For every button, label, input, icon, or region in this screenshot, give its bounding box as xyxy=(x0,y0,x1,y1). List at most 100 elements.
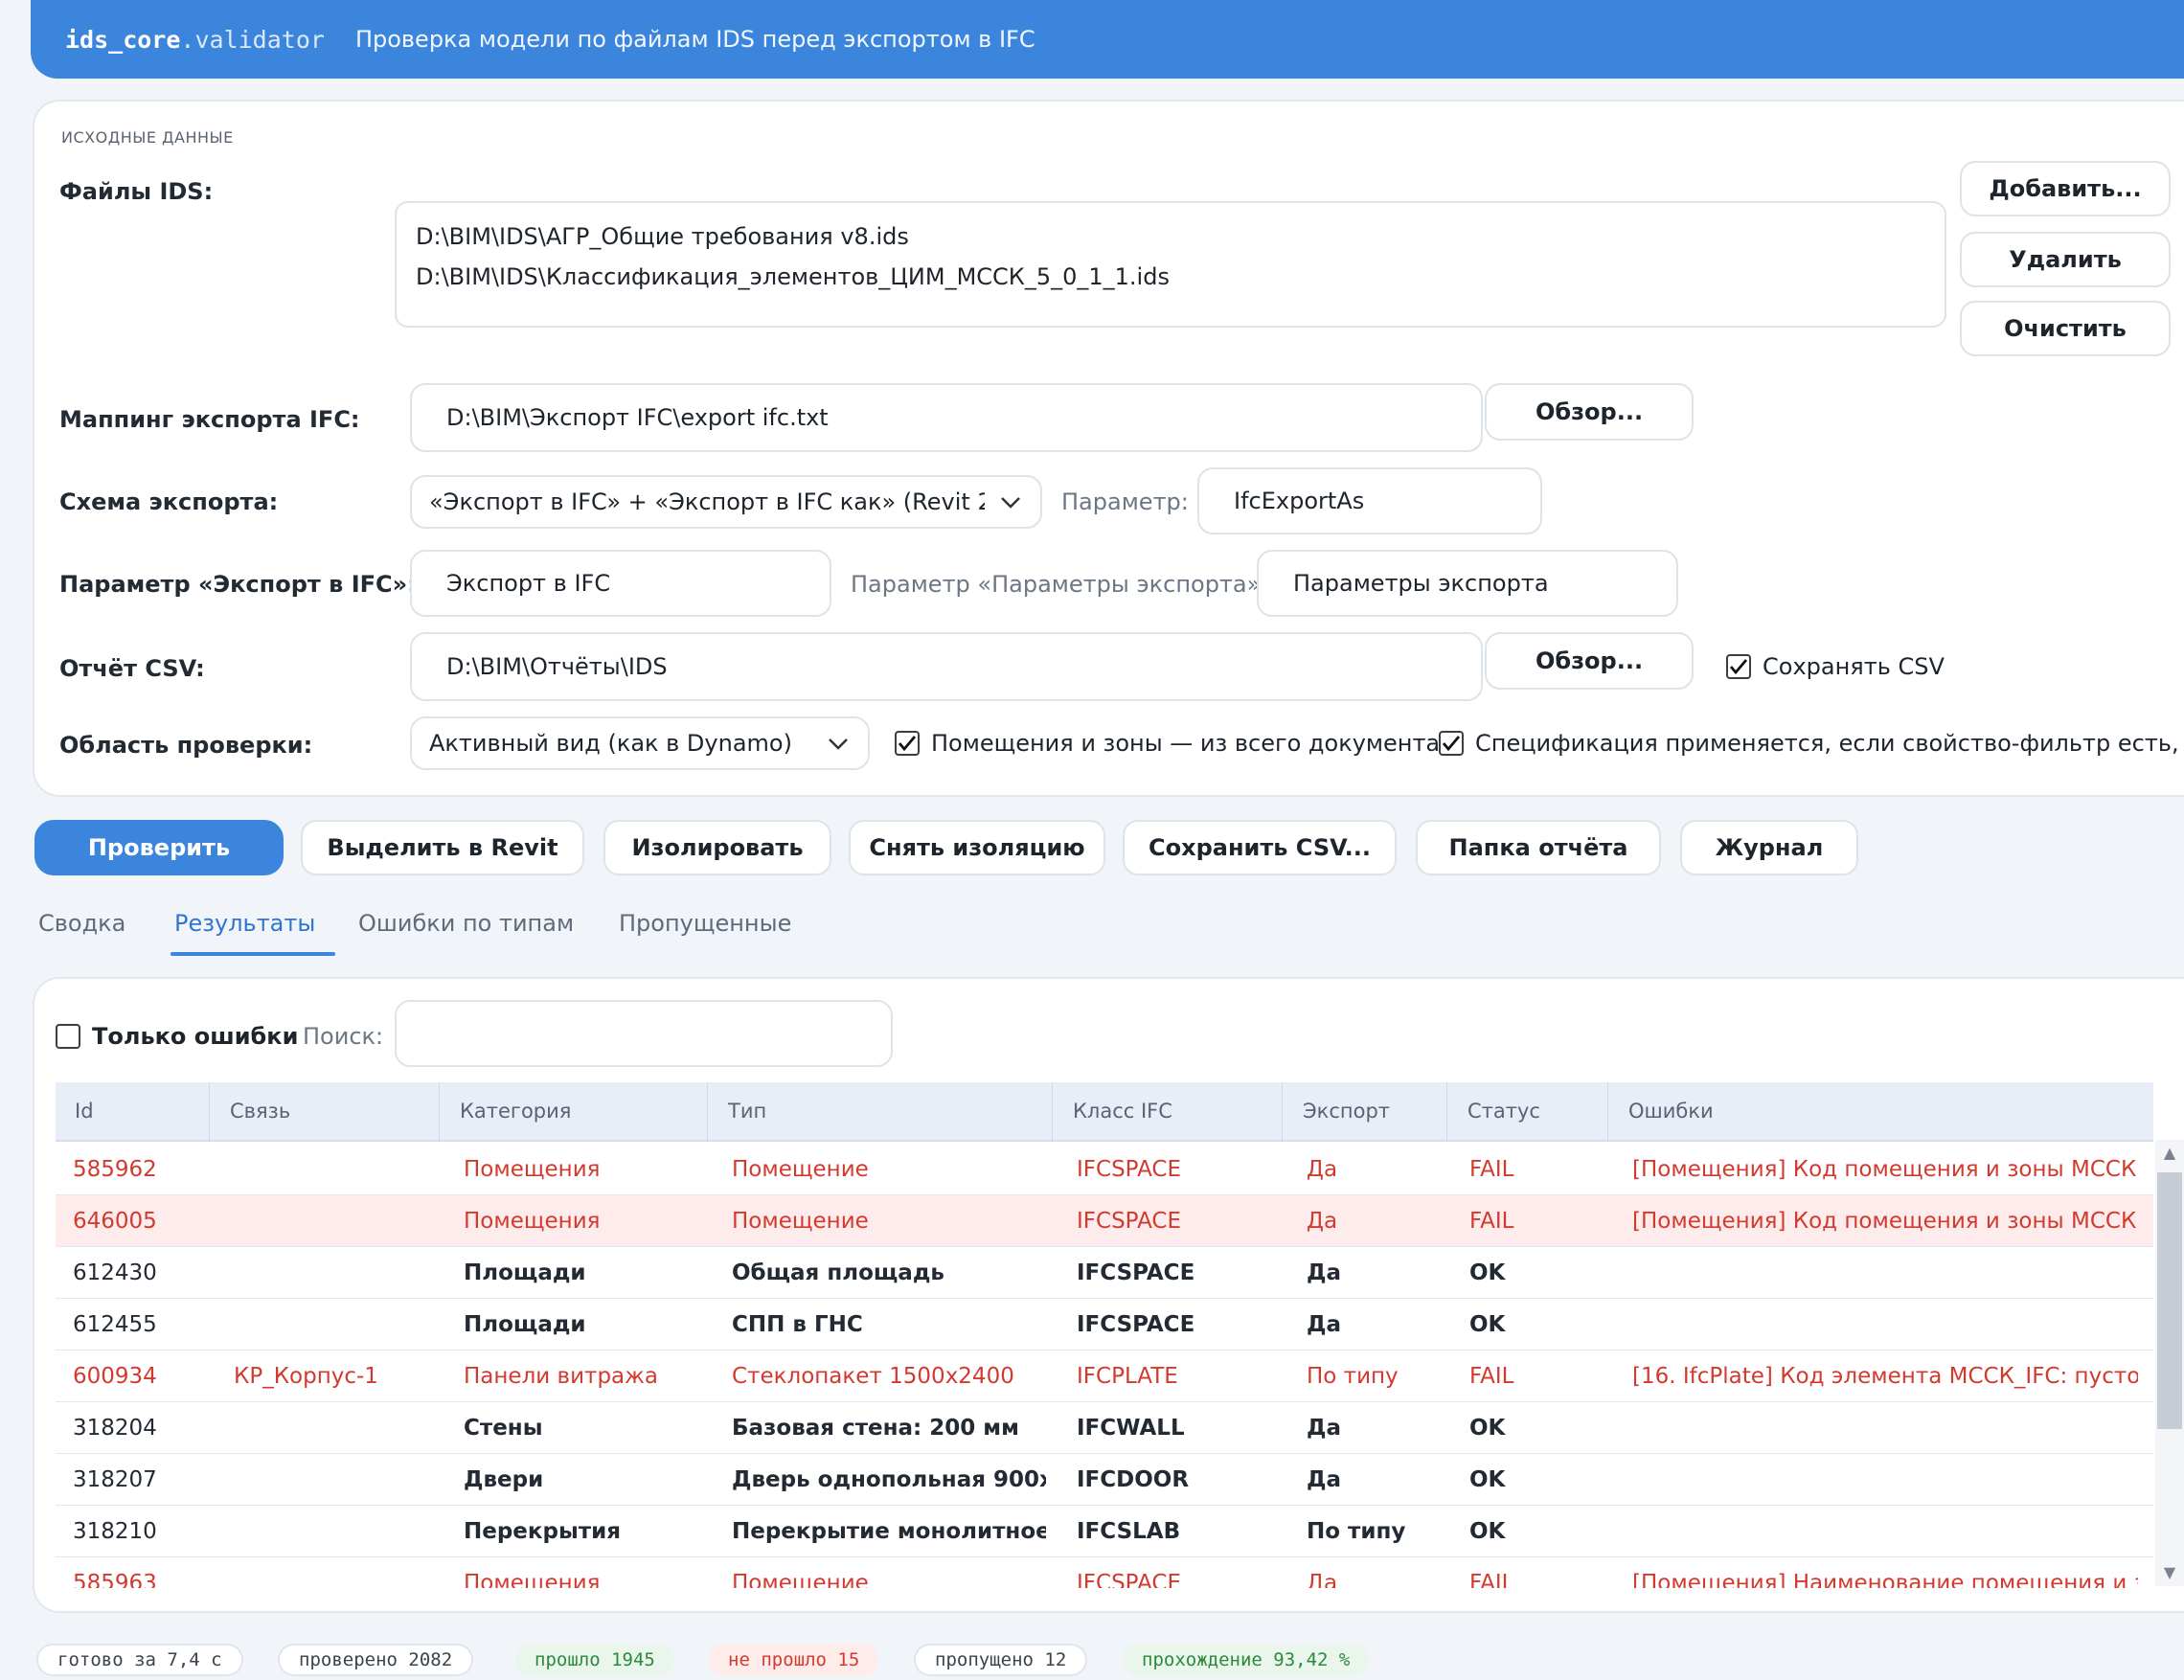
table-row[interactable]: 612455 Площади СПП в ГНС IFCSPACE Да OK xyxy=(56,1299,2153,1351)
cell-id: 318210 xyxy=(73,1519,157,1544)
tab-errors-by-type[interactable]: Ошибки по типам xyxy=(358,910,574,937)
scheme-label: Схема экспорта: xyxy=(59,488,279,515)
scroll-down-icon[interactable]: ▼ xyxy=(2157,1563,2182,1581)
only-errors-checkbox[interactable]: Только ошибки xyxy=(56,1023,298,1050)
list-item[interactable]: D:\BIM\IDS\АГР_Общие требования v8.ids xyxy=(416,216,1945,257)
isolate-button[interactable]: Изолировать xyxy=(603,820,831,875)
cell-export: Да xyxy=(1307,1416,1342,1441)
cell-id: 585963 xyxy=(73,1571,157,1588)
scrollbar-thumb[interactable] xyxy=(2157,1172,2182,1429)
status-passed: прошло 1945 xyxy=(515,1644,674,1676)
column-header-type[interactable]: Тип xyxy=(728,1100,766,1123)
export-settings-input[interactable]: Параметры экспорта xyxy=(1257,550,1678,617)
cell-type: СПП в ГНС xyxy=(732,1312,863,1337)
table-row[interactable]: 318210 Перекрытия Перекрытие монолитное 20… xyxy=(56,1506,2153,1557)
cell-status: FAIL xyxy=(1469,1571,1514,1588)
tab-summary[interactable]: Сводка xyxy=(38,910,125,937)
only-errors-label: Только ошибки xyxy=(92,1023,299,1050)
table-row[interactable]: 585963 Помещения Помещение IFCSPACE Да FAIL [П… xyxy=(56,1557,2153,1588)
log-button[interactable]: Журнал xyxy=(1680,820,1858,875)
section-caption: ИСХОДНЫЕ ДАННЫЕ xyxy=(61,128,234,147)
param-label: Параметр: xyxy=(1061,488,1189,515)
cell-ifc: IFCWALL xyxy=(1077,1416,1185,1441)
column-header-errors[interactable]: Ошибки xyxy=(1628,1100,1714,1123)
remove-button[interactable]: Удалить xyxy=(1960,232,2171,287)
list-item[interactable]: D:\BIM\IDS\Классификация_элементов_ЦИМ_М… xyxy=(416,257,1945,297)
report-folder-button[interactable]: Папка отчёта xyxy=(1416,820,1661,875)
cell-category: Помещения xyxy=(464,1571,601,1588)
csv-label: Отчёт CSV: xyxy=(59,655,205,682)
table-row[interactable]: 585962 Помещения Помещение IFCSPACE Да FAIL [П… xyxy=(56,1144,2153,1195)
mapping-label: Маппинг экспорта IFC: xyxy=(59,406,360,433)
rooms-label: Помещения и зоны — из всего документа xyxy=(931,730,1441,757)
checkbox-unchecked-icon xyxy=(56,1024,80,1049)
column-header-status[interactable]: Статус xyxy=(1467,1100,1540,1123)
tab-results[interactable]: Результаты xyxy=(174,910,315,937)
cell-errors: [Помещения] Код помещения и зоны МССК: п xyxy=(1632,1209,2138,1234)
export-param-input[interactable]: Экспорт в IFC xyxy=(410,550,831,617)
scheme-select[interactable]: «Экспорт в IFC» + «Экспорт в IFC как» (R… xyxy=(410,475,1042,529)
cell-errors: [16. IfcPlate] Код элемента МССК_IFC: пу… xyxy=(1632,1364,2138,1389)
unisolate-button[interactable]: Снять изоляцию xyxy=(849,820,1105,875)
rooms-checkbox[interactable]: Помещения и зоны — из всего документа xyxy=(895,730,1440,757)
table-row[interactable]: 612430 Площади Общая площадь IFCSPACE Да OK xyxy=(56,1247,2153,1299)
table-row[interactable]: 600934 КР_Корпус-1 Панели витража Стеклопак… xyxy=(56,1351,2153,1402)
cell-type: Помещение xyxy=(732,1157,869,1182)
cell-status: OK xyxy=(1469,1416,1506,1441)
cell-export: Да xyxy=(1307,1312,1342,1337)
cell-id: 646005 xyxy=(73,1209,157,1234)
checkbox-checked-icon xyxy=(1439,731,1464,756)
save-csv-button[interactable]: Сохранить CSV... xyxy=(1123,820,1397,875)
table-row[interactable]: 318204 Стены Базовая стена: 200 мм IFCWALL Д… xyxy=(56,1402,2153,1454)
save-csv-checkbox[interactable]: Сохранять CSV xyxy=(1726,653,1945,680)
cell-export: Да xyxy=(1307,1157,1338,1182)
cell-ifc: IFCSLAB xyxy=(1077,1519,1181,1544)
mapping-input[interactable]: D:\BIM\Экспорт IFC\export ifc.txt xyxy=(410,383,1483,452)
add-button[interactable]: Добавить... xyxy=(1960,161,2171,216)
cell-type: Стеклопакет 1500x2400 xyxy=(732,1364,1014,1389)
browse-mapping-button[interactable]: Обзор... xyxy=(1485,383,1694,441)
status-skipped: пропущено 12 xyxy=(914,1644,1088,1676)
cell-id: 585962 xyxy=(73,1157,157,1182)
cell-export: По типу xyxy=(1307,1364,1399,1389)
cell-export: Да xyxy=(1307,1571,1338,1588)
tab-skipped[interactable]: Пропущенные xyxy=(619,910,791,937)
scope-select[interactable]: Активный вид (как в Dynamo) xyxy=(410,716,870,770)
browse-csv-button[interactable]: Обзор... xyxy=(1485,632,1694,690)
cell-export: Да xyxy=(1307,1467,1342,1492)
select-in-revit-button[interactable]: Выделить в Revit xyxy=(301,820,584,875)
cell-category: Панели витража xyxy=(464,1364,658,1389)
cell-category: Площади xyxy=(464,1312,586,1337)
cell-errors: [Помещения] Код помещения и зоны МССК: п xyxy=(1632,1157,2138,1182)
csv-input[interactable]: D:\BIM\Отчёты\IDS xyxy=(410,632,1483,701)
column-header-id[interactable]: Id xyxy=(75,1100,94,1123)
chevron-down-icon xyxy=(828,730,849,757)
scroll-up-icon[interactable]: ▲ xyxy=(2157,1144,2182,1162)
check-button[interactable]: Проверить xyxy=(34,820,284,875)
cell-status: OK xyxy=(1469,1312,1506,1337)
column-header-category[interactable]: Категория xyxy=(460,1100,571,1123)
column-header-export[interactable]: Экспорт xyxy=(1303,1100,1390,1123)
status-failed: не прошло 15 xyxy=(709,1644,879,1676)
cell-ifc: IFCSPACE xyxy=(1077,1312,1195,1337)
table-row[interactable]: 646005 Помещения Помещение IFCSPACE Да FAIL [П… xyxy=(56,1195,2153,1247)
cell-type: Помещение xyxy=(732,1209,869,1234)
export-param-label: Параметр «Экспорт в IFC»: xyxy=(59,571,417,598)
search-input[interactable] xyxy=(395,1000,893,1067)
table-row[interactable]: 318207 Двери Дверь однопольная 900x2100 IFC… xyxy=(56,1454,2153,1506)
cell-link: КР_Корпус-1 xyxy=(234,1364,378,1389)
cell-export: Да xyxy=(1307,1260,1342,1285)
column-header-ifc-class[interactable]: Класс IFC xyxy=(1073,1100,1172,1123)
cell-errors: [Помещения] Наименование помещения и зо xyxy=(1632,1571,2138,1588)
param-input[interactable]: IfcExportAs xyxy=(1197,467,1542,534)
status-pass-rate: прохождение 93,42 % xyxy=(1123,1644,1370,1676)
cell-ifc: IFCSPACE xyxy=(1077,1260,1195,1285)
clear-button[interactable]: Очистить xyxy=(1960,301,2171,356)
column-header-link[interactable]: Связь xyxy=(230,1100,290,1123)
cell-type: Перекрытие монолитное 200 xyxy=(732,1519,1046,1544)
scope-label: Область проверки: xyxy=(59,732,313,759)
ids-files-list[interactable]: D:\BIM\IDS\АГР_Общие требования v8.ids D… xyxy=(395,201,1946,328)
cell-status: OK xyxy=(1469,1519,1506,1544)
save-csv-label: Сохранять CSV xyxy=(1763,653,1945,680)
spec-checkbox[interactable]: Спецификация применяется, если свойство-… xyxy=(1439,730,2184,757)
